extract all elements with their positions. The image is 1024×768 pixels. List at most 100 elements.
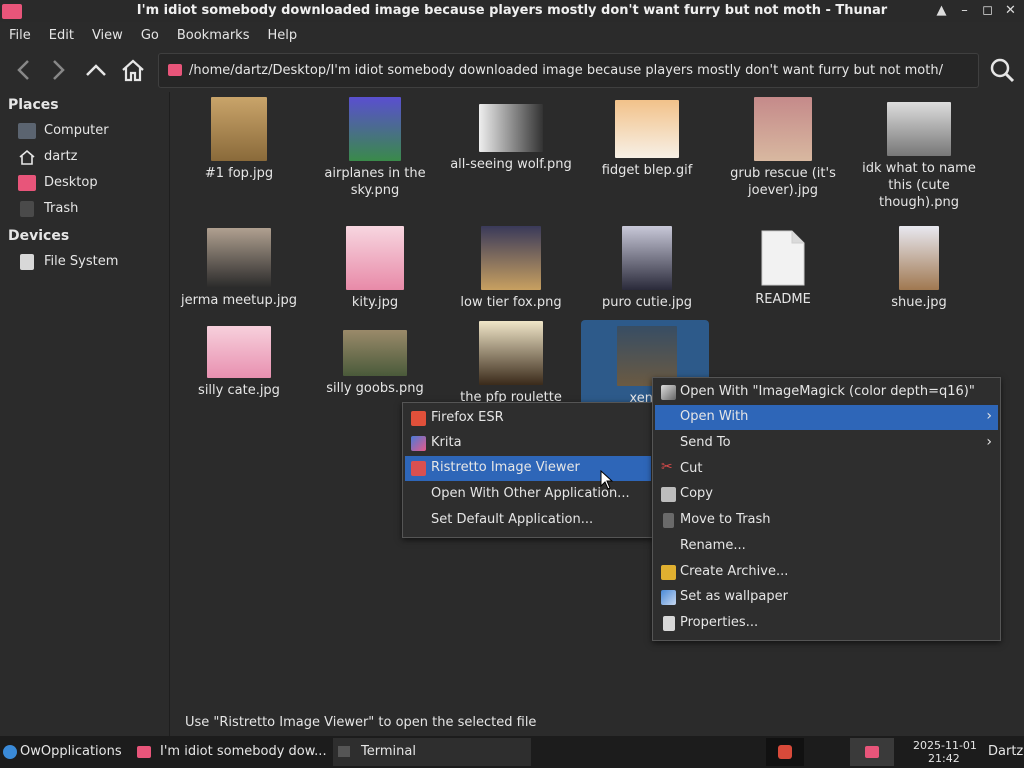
clock[interactable]: 2025-11-01 21:42 <box>906 738 982 766</box>
mouse-cursor-icon <box>600 470 614 490</box>
sidebar-item-label: Trash <box>44 201 79 216</box>
archive-icon <box>661 565 676 580</box>
document-icon <box>761 230 805 286</box>
image-thumbnail <box>207 326 271 378</box>
menu-file[interactable]: File <box>0 24 40 48</box>
back-button[interactable] <box>8 54 40 86</box>
title-bar: I'm idiot somebody downloaded image beca… <box>0 0 1024 22</box>
file-item[interactable]: idk what to name this (cute though).png <box>851 102 987 211</box>
applications-icon <box>3 745 17 759</box>
image-thumbnail <box>481 226 541 290</box>
applications-menu-button[interactable]: OwOpplications <box>0 738 130 766</box>
file-item[interactable]: the pfp roulette <box>443 321 579 406</box>
menu-go[interactable]: Go <box>132 24 168 48</box>
file-name: all-seeing wolf.png <box>450 157 572 172</box>
image-thumbnail <box>349 97 401 161</box>
file-item[interactable]: puro cutie.jpg <box>579 226 715 311</box>
file-name: jerma meetup.jpg <box>181 293 297 308</box>
menu-edit[interactable]: Edit <box>40 24 83 48</box>
menu-item-open-with-other[interactable]: Open With Other Application... <box>405 482 651 507</box>
sidebar-item-computer[interactable]: Computer <box>18 121 168 143</box>
chevron-right-icon: › <box>986 434 992 450</box>
image-thumbnail <box>207 228 271 288</box>
menu-item-krita[interactable]: Krita <box>405 431 651 456</box>
menu-item-set-default[interactable]: Set Default Application... <box>405 508 651 533</box>
forward-button[interactable] <box>42 54 74 86</box>
properties-icon <box>663 616 675 631</box>
sidebar-item-trash[interactable]: Trash <box>18 199 168 221</box>
menu-item-copy[interactable]: Copy <box>655 482 998 507</box>
location-path[interactable]: /home/dartz/Desktop/I'm idiot somebody d… <box>189 63 943 78</box>
menu-item-move-to-trash[interactable]: Move to Trash <box>655 508 998 533</box>
taskbar-item-thunar[interactable]: I'm idiot somebody dow... <box>132 738 330 766</box>
sidebar-item-label: Computer <box>44 123 109 138</box>
file-item[interactable]: silly cate.jpg <box>171 326 307 399</box>
menu-item-rename[interactable]: Rename... <box>655 534 998 559</box>
open-with-submenu: Firefox ESR Krita Ristretto Image Viewer… <box>402 402 654 538</box>
menu-item-send-to[interactable]: Send To › <box>655 431 998 456</box>
file-item[interactable]: shue.jpg <box>851 226 987 311</box>
file-name: shue.jpg <box>891 295 947 310</box>
image-thumbnail <box>343 330 407 376</box>
file-name: puro cutie.jpg <box>602 295 692 310</box>
ristretto-icon <box>411 461 426 476</box>
file-item[interactable]: README <box>715 229 851 308</box>
file-item[interactable]: jerma meetup.jpg <box>171 228 307 309</box>
maximize-button[interactable]: ◻ <box>978 2 997 20</box>
image-thumbnail <box>899 226 939 290</box>
home-icon <box>18 149 36 165</box>
menu-item-properties[interactable]: Properties... <box>655 611 998 636</box>
image-thumbnail <box>211 97 267 161</box>
ristretto-icon <box>778 745 792 759</box>
home-button[interactable] <box>117 54 149 86</box>
menu-item-ristretto[interactable]: Ristretto Image Viewer <box>405 456 651 481</box>
menu-item-firefox[interactable]: Firefox ESR <box>405 406 651 431</box>
file-item[interactable]: airplanes in the sky.png <box>307 97 443 199</box>
user-menu[interactable]: Dartz <box>987 738 1024 766</box>
file-item[interactable]: silly goobs.png <box>307 330 443 397</box>
terminal-icon <box>338 746 350 757</box>
menu-item-cut[interactable]: ✂ Cut <box>655 457 998 482</box>
file-item[interactable]: all-seeing wolf.png <box>443 104 579 173</box>
trash-icon <box>663 513 674 528</box>
location-bar[interactable]: /home/dartz/Desktop/I'm idiot somebody d… <box>158 53 979 88</box>
file-item[interactable]: kity.jpg <box>307 226 443 311</box>
drive-icon <box>20 254 34 270</box>
menu-item-open-with-imagemagick[interactable]: Open With "ImageMagick (color depth=q16)… <box>655 380 998 405</box>
sidebar-item-file-system[interactable]: File System <box>18 252 168 274</box>
tray-launcher-ristretto[interactable] <box>766 738 804 766</box>
menu-help[interactable]: Help <box>258 24 306 48</box>
context-menu: Open With "ImageMagick (color depth=q16)… <box>652 377 1001 641</box>
devices-header: Devices <box>8 228 70 244</box>
image-thumbnail <box>479 321 543 385</box>
status-text: Use "Ristretto Image Viewer" to open the… <box>185 715 537 730</box>
wallpaper-icon <box>661 590 676 605</box>
menu-item-create-archive[interactable]: Create Archive... <box>655 560 998 585</box>
search-button[interactable] <box>986 54 1018 86</box>
file-item[interactable]: #1 fop.jpg <box>171 97 307 182</box>
tray-launcher-files[interactable] <box>850 738 894 766</box>
sidebar-item-dartz[interactable]: dartz <box>18 147 168 169</box>
krita-icon <box>411 436 426 451</box>
parent-folder-button[interactable] <box>80 54 112 86</box>
sidebar-item-label: Desktop <box>44 175 98 190</box>
shade-button[interactable]: ▲ <box>932 2 951 20</box>
menu-view[interactable]: View <box>83 24 132 48</box>
window-title: I'm idiot somebody downloaded image beca… <box>136 3 888 18</box>
sidebar-item-desktop[interactable]: Desktop <box>18 173 168 195</box>
sidebar-item-label: File System <box>44 254 119 269</box>
file-item[interactable]: low tier fox.png <box>443 226 579 311</box>
menu-item-set-as-wallpaper[interactable]: Set as wallpaper <box>655 585 998 610</box>
file-item[interactable]: grub rescue (it's joever).jpg <box>715 97 851 199</box>
search-icon <box>990 58 1015 83</box>
menu-item-open-with[interactable]: Open With › <box>655 405 998 430</box>
image-thumbnail <box>622 226 672 290</box>
copy-icon <box>661 487 676 502</box>
menu-bookmarks[interactable]: Bookmarks <box>168 24 259 48</box>
close-button[interactable]: ✕ <box>1001 2 1020 20</box>
minimize-button[interactable]: – <box>955 2 974 20</box>
taskbar-item-terminal[interactable]: Terminal <box>333 738 531 766</box>
file-item[interactable]: fidget blep.gif <box>579 100 715 179</box>
computer-icon <box>18 123 36 139</box>
firefox-icon <box>411 411 426 426</box>
